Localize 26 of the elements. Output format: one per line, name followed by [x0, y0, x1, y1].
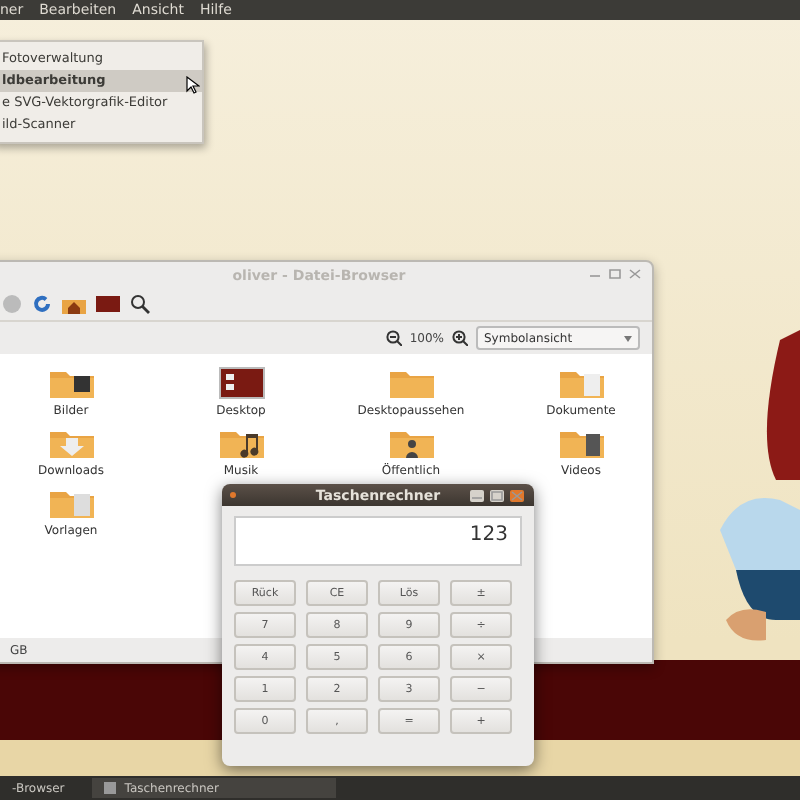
close-icon[interactable]: [510, 490, 524, 502]
search-icon[interactable]: [130, 294, 150, 314]
maximize-icon[interactable]: [608, 268, 622, 280]
stop-icon[interactable]: [2, 294, 22, 314]
window-dot-icon: [230, 492, 236, 498]
desktop-icon: [217, 366, 265, 400]
folder-icon: [557, 366, 605, 400]
zoom-out-icon[interactable]: [385, 330, 402, 346]
monitor-icon[interactable]: [96, 295, 120, 313]
minimize-icon[interactable]: [470, 490, 484, 502]
window-icon: [104, 782, 117, 794]
folder-icon: [387, 366, 435, 400]
folder-icon: [387, 426, 435, 460]
zoom-in-icon[interactable]: [452, 330, 468, 346]
calculator-display: 123: [234, 516, 522, 566]
folder-icon: [47, 486, 95, 520]
home-folder-icon[interactable]: [62, 295, 86, 313]
close-icon[interactable]: [628, 268, 642, 280]
cursor-icon: [186, 76, 200, 94]
folder-icon: [47, 426, 95, 460]
caret-icon: [624, 335, 632, 341]
maximize-icon[interactable]: [490, 490, 504, 502]
folder-icon: [557, 426, 605, 460]
folder-icon: [217, 426, 265, 460]
reload-icon[interactable]: [32, 294, 52, 314]
folder-icon: [47, 366, 95, 400]
